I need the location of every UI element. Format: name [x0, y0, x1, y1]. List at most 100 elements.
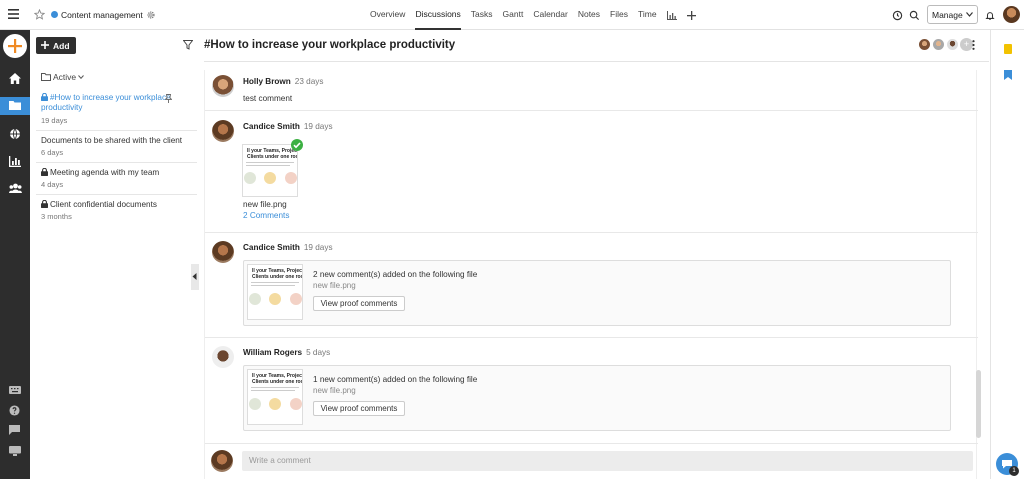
tab-time[interactable]: Time	[638, 0, 657, 30]
manage-dropdown[interactable]: Manage	[927, 5, 978, 24]
comment-age: 19 days	[303, 243, 333, 252]
project-settings-gear-icon[interactable]	[146, 10, 156, 20]
search-icon[interactable]	[909, 10, 920, 21]
tab-discussions[interactable]: Discussions	[415, 0, 461, 30]
file-name: new file.png	[313, 281, 356, 290]
feedback-chat-icon[interactable]	[9, 425, 20, 435]
bookmark-icon[interactable]	[1004, 70, 1012, 80]
divider	[204, 61, 989, 62]
view-proof-comments-button[interactable]: View proof comments	[313, 401, 405, 416]
comment-author[interactable]: Holly Brown	[243, 77, 291, 86]
desktop-app-icon[interactable]	[9, 446, 21, 456]
sticky-note-icon[interactable]	[1004, 44, 1012, 54]
avatar	[269, 398, 281, 410]
status-filter-label: Active	[53, 72, 77, 82]
menu-icon[interactable]	[8, 9, 19, 19]
comment: Holly Brown 23 days test comment	[205, 70, 978, 111]
file-thumbnail[interactable]: ll your Teams, Projects an Clients under…	[247, 264, 303, 320]
avatar	[212, 120, 234, 142]
app-nav-rail	[0, 30, 30, 479]
tab-calendar[interactable]: Calendar	[533, 0, 568, 30]
lock-icon	[41, 200, 48, 209]
pin-icon[interactable]	[165, 94, 172, 103]
timer-clock-icon[interactable]	[892, 10, 903, 21]
avatar	[249, 293, 261, 305]
tab-gantt[interactable]: Gantt	[503, 0, 524, 30]
more-options-icon[interactable]	[972, 40, 975, 50]
filter-icon[interactable]	[183, 40, 193, 50]
discussion-list-item[interactable]: #How to increase your workplace producti…	[36, 93, 197, 131]
tab-overview[interactable]: Overview	[370, 0, 405, 30]
notification-message: 2 new comment(s) added on the following …	[313, 270, 478, 279]
avatar	[212, 75, 234, 97]
discussion-title: Meeting agenda with my team	[50, 167, 160, 177]
team-users-icon[interactable]	[9, 183, 22, 193]
folder-icon	[41, 73, 51, 81]
view-proof-comments-button[interactable]: View proof comments	[313, 296, 405, 311]
avatar	[932, 38, 945, 51]
keyboard-icon[interactable]	[9, 386, 21, 394]
discussion-list-item[interactable]: Client confidential documents 3 months	[36, 200, 197, 226]
proof-notification: ll your Teams, Projects an Clients under…	[243, 365, 951, 431]
avatar	[244, 172, 256, 184]
add-tab-plus-icon[interactable]	[686, 0, 696, 30]
reports-chart-icon[interactable]	[9, 156, 21, 167]
favorite-star-icon[interactable]	[34, 9, 45, 20]
file-thumbnail[interactable]: ll your Teams, Projects an Clients under…	[242, 144, 298, 197]
file-name: new file.png	[313, 386, 356, 395]
discussion-age: 3 months	[41, 212, 72, 222]
comments-link[interactable]: 2 Comments	[243, 211, 289, 220]
chevron-down-icon	[78, 75, 85, 79]
tab-files[interactable]: Files	[610, 0, 628, 30]
comment-age: 5 days	[306, 348, 331, 357]
comment-author[interactable]: Candice Smith	[243, 122, 300, 131]
chevron-down-icon	[966, 12, 973, 17]
proof-notification: ll your Teams, Projects an Clients under…	[243, 260, 951, 326]
discussion-title: #How to increase your workplace producti…	[41, 93, 171, 113]
participants[interactable]: +	[918, 38, 973, 51]
avatar	[918, 38, 931, 51]
thread-scrollbar[interactable]	[976, 370, 981, 438]
home-icon[interactable]	[9, 73, 21, 84]
avatar	[212, 241, 234, 263]
avatar	[290, 293, 302, 305]
collapse-sidebar-handle[interactable]	[191, 264, 199, 290]
quick-add-button[interactable]	[3, 34, 27, 58]
comment: Candice Smith 19 days ll your Teams, Proj…	[205, 233, 978, 338]
comment: Candice Smith 19 days ll your Teams, Proj…	[205, 111, 978, 233]
comment-input[interactable]: Write a comment	[242, 451, 973, 471]
notification-message: 1 new comment(s) added on the following …	[313, 375, 478, 384]
file-thumbnail[interactable]: ll your Teams, Projects an Clients under…	[247, 369, 303, 425]
help-question-icon[interactable]	[9, 405, 20, 416]
avatar	[269, 293, 281, 305]
projects-folder-icon[interactable]	[0, 97, 30, 115]
comment-thread: Holly Brown 23 days test comment Candice …	[204, 70, 978, 479]
tab-tasks[interactable]: Tasks	[471, 0, 493, 30]
discussion-list-item[interactable]: Meeting agenda with my team 4 days	[36, 167, 197, 196]
right-rail	[990, 30, 1024, 479]
notifications-bell-icon[interactable]	[985, 10, 995, 21]
discussion-age: 4 days	[41, 180, 64, 190]
user-avatar[interactable]	[1003, 6, 1020, 23]
comment-author[interactable]: William Rogers	[243, 348, 302, 357]
avatar	[285, 172, 297, 184]
plus-icon	[8, 39, 22, 53]
file-name[interactable]: new file.png	[243, 200, 287, 209]
comment-age: 23 days	[294, 77, 324, 86]
tab-notes[interactable]: Notes	[578, 0, 600, 30]
lock-icon	[41, 93, 48, 101]
reports-chart-icon[interactable]	[666, 0, 677, 30]
project-name[interactable]: Content management	[61, 10, 143, 20]
discussion-title: Client confidential documents	[50, 200, 157, 210]
add-discussion-button[interactable]: Add	[36, 37, 76, 54]
status-filter-dropdown[interactable]: Active	[41, 72, 85, 82]
discussion-list-item[interactable]: Documents to be shared with the client 6…	[36, 136, 197, 163]
comment-text: test comment	[243, 94, 293, 103]
discussion-title: Documents to be shared with the client	[41, 135, 183, 145]
avatar	[249, 398, 261, 410]
globe-icon[interactable]	[9, 128, 21, 140]
manage-label: Manage	[932, 10, 963, 20]
thumbnail-text: ll your Teams, Projects an Clients under…	[252, 268, 302, 280]
top-bar: Content management Overview Discussions …	[0, 0, 1024, 30]
comment-author[interactable]: Candice Smith	[243, 243, 300, 252]
